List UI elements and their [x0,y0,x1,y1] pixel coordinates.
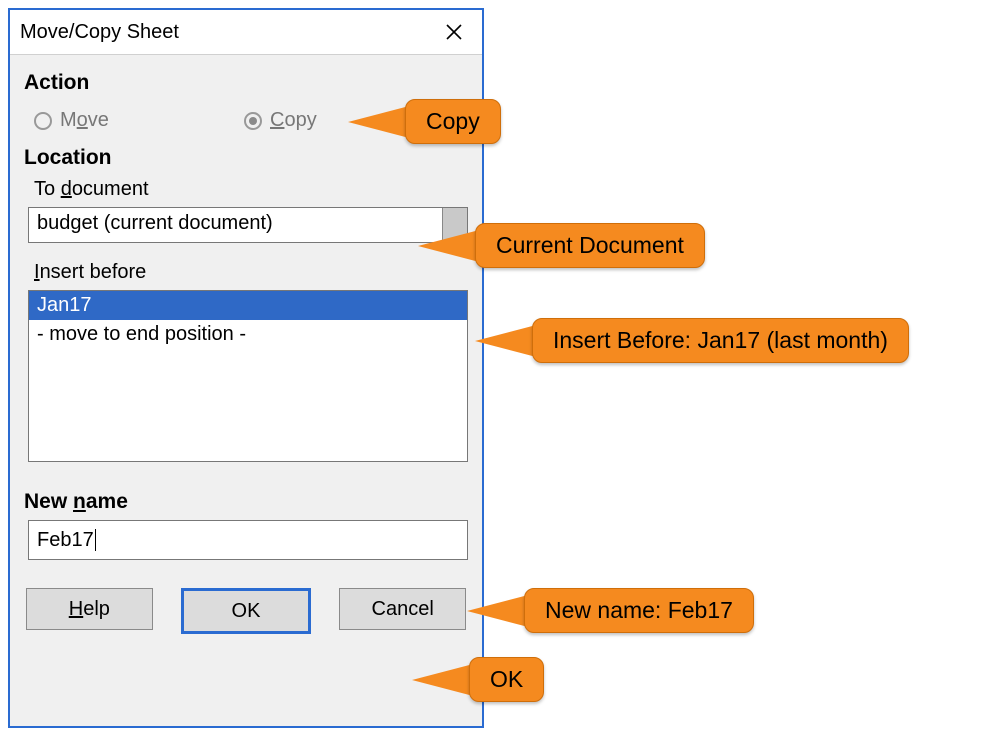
callout-new-name: New name: Feb17 [467,588,754,633]
copy-radio[interactable]: Copy [244,109,317,132]
to-document-select[interactable]: budget (current document) [28,207,468,243]
callout-text: Current Document [475,223,705,268]
titlebar: Move/Copy Sheet [10,10,482,55]
callout-text: Insert Before: Jan17 (last month) [532,318,909,363]
chevron-down-icon [442,208,467,242]
new-name-heading: New name [24,490,468,514]
insert-before-label: Insert before [34,261,468,284]
radio-icon [244,112,262,130]
location-heading: Location [24,146,468,170]
ok-button[interactable]: OK [181,588,312,634]
callout-insert-before: Insert Before: Jan17 (last month) [475,318,909,363]
close-button[interactable] [434,14,474,50]
copy-radio-label: Copy [270,109,317,132]
dialog-title: Move/Copy Sheet [20,21,179,44]
cancel-button[interactable]: Cancel [339,588,466,630]
new-name-value: Feb17 [37,529,94,552]
list-item[interactable]: - move to end position - [29,320,467,349]
dialog-button-row: Help OK Cancel [24,588,468,634]
radio-icon [34,112,52,130]
move-radio-label: Move [60,109,109,132]
new-name-input[interactable]: Feb17 [28,520,468,560]
move-copy-sheet-dialog: Move/Copy Sheet Action Move Copy Locatio… [8,8,484,728]
list-item[interactable]: Jan17 [29,291,467,320]
to-document-label: To document [34,178,468,201]
move-radio[interactable]: Move [34,109,244,132]
text-caret [95,529,96,551]
action-radio-group: Move Copy [34,109,468,132]
help-button[interactable]: Help [26,588,153,630]
insert-before-listbox[interactable]: Jan17 - move to end position - [28,290,468,462]
action-heading: Action [24,71,468,95]
callout-text: New name: Feb17 [524,588,754,633]
to-document-value: budget (current document) [29,208,442,242]
close-icon [445,23,463,41]
